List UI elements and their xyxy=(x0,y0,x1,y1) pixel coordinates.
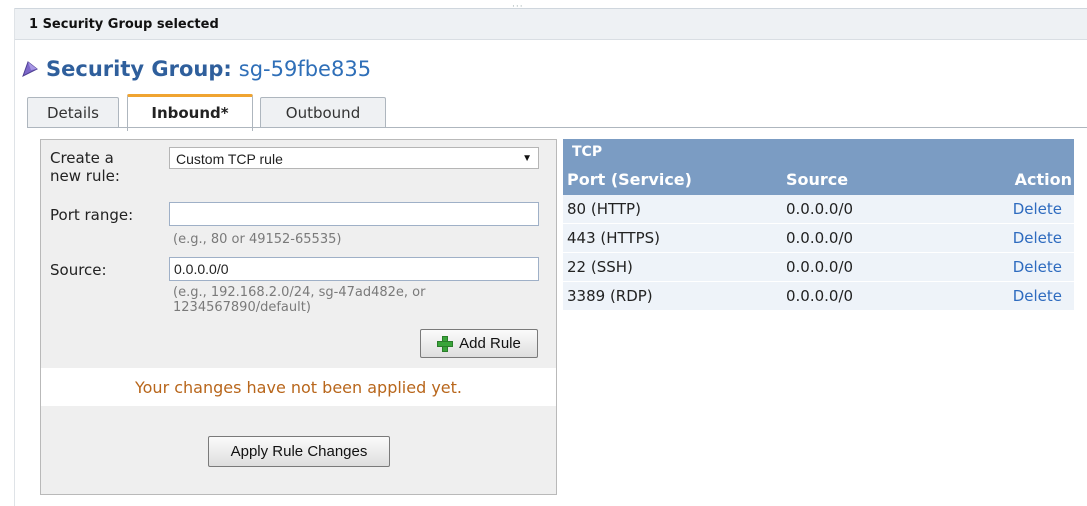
tab-divider xyxy=(27,127,1087,128)
rule-type-value: Custom TCP rule xyxy=(176,151,283,167)
source-input[interactable] xyxy=(169,257,539,281)
delete-rule-link[interactable]: Delete xyxy=(1013,287,1062,305)
delete-rule-link[interactable]: Delete xyxy=(1013,200,1062,218)
table-row: 443 (HTTPS) 0.0.0.0/0 Delete xyxy=(563,224,1074,253)
column-action: Action xyxy=(1014,170,1072,189)
delete-rule-link[interactable]: Delete xyxy=(1013,229,1062,247)
tab-outbound[interactable]: Outbound xyxy=(260,97,386,128)
source-label: Source: xyxy=(50,261,107,279)
table-row: 80 (HTTP) 0.0.0.0/0 Delete xyxy=(563,195,1074,224)
rule-type-select[interactable]: Custom TCP rule ▼ xyxy=(169,147,539,169)
add-rule-button[interactable]: Add Rule xyxy=(420,329,538,358)
protocol-label: TCP xyxy=(572,144,603,160)
title-label: Security Group: xyxy=(46,57,232,81)
add-icon xyxy=(437,335,454,352)
table-row: 3389 (RDP) 0.0.0.0/0 Delete xyxy=(563,282,1074,311)
rule-source: 0.0.0.0/0 xyxy=(786,287,854,305)
tab-details[interactable]: Details xyxy=(27,97,119,128)
selection-count: 1 Security Group selected xyxy=(29,17,219,32)
rules-table-header: TCP Port (Service) Source Action xyxy=(563,139,1074,195)
security-group-id: sg-59fbe835 xyxy=(238,57,372,81)
column-source: Source xyxy=(786,170,849,189)
pending-changes-notice: Your changes have not been applied yet. xyxy=(41,368,556,406)
selection-header: 1 Security Group selected xyxy=(15,9,1087,40)
rule-source: 0.0.0.0/0 xyxy=(786,229,854,247)
page-title: Security Group: sg-59fbe835 xyxy=(46,54,371,84)
security-group-icon xyxy=(22,61,38,78)
rule-port: 443 (HTTPS) xyxy=(567,229,661,247)
port-range-hint: (e.g., 80 or 49152-65535) xyxy=(173,232,342,247)
inbound-rules-table: TCP Port (Service) Source Action 80 (HTT… xyxy=(563,139,1074,311)
delete-rule-link[interactable]: Delete xyxy=(1013,258,1062,276)
rule-source: 0.0.0.0/0 xyxy=(786,258,854,276)
rule-source: 0.0.0.0/0 xyxy=(786,200,854,218)
pending-changes-text: Your changes have not been applied yet. xyxy=(134,378,462,397)
left-divider xyxy=(14,8,15,506)
new-rule-form: Create a new rule: Custom TCP rule ▼ Por… xyxy=(40,139,557,495)
dropdown-caret-icon: ▼ xyxy=(522,153,532,164)
table-row: 22 (SSH) 0.0.0.0/0 Delete xyxy=(563,253,1074,282)
port-range-label: Port range: xyxy=(50,206,134,224)
rule-port: 3389 (RDP) xyxy=(567,287,653,305)
rule-port: 80 (HTTP) xyxy=(567,200,641,218)
apply-rule-changes-button[interactable]: Apply Rule Changes xyxy=(208,436,390,467)
source-hint: (e.g., 192.168.2.0/24, sg-47ad482e, or 1… xyxy=(173,285,426,315)
add-rule-label: Add Rule xyxy=(459,335,521,352)
port-range-input[interactable] xyxy=(169,202,539,226)
rule-port: 22 (SSH) xyxy=(567,258,633,276)
column-port: Port (Service) xyxy=(567,170,692,189)
apply-rule-changes-label: Apply Rule Changes xyxy=(230,443,368,460)
tab-inbound[interactable]: Inbound* xyxy=(127,94,253,131)
create-rule-label: Create a new rule: xyxy=(50,149,120,185)
